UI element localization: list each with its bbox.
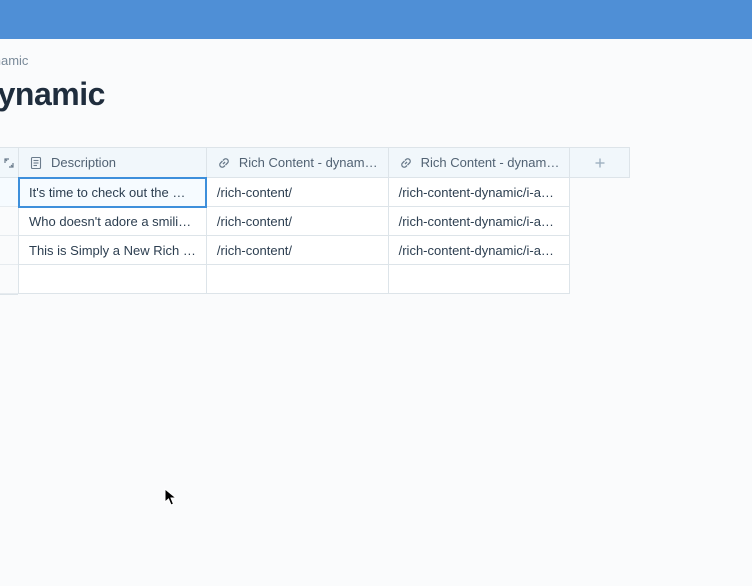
cell-link1[interactable]: /rich-content/ bbox=[206, 178, 388, 207]
spacer bbox=[570, 178, 630, 207]
column-header-description[interactable]: Description bbox=[19, 148, 207, 178]
table-row[interactable]: Who doesn't adore a smili… /rich-content… bbox=[19, 207, 630, 236]
table-row[interactable]: It's time to check out the … /rich-conte… bbox=[19, 178, 630, 207]
cell-empty[interactable]: . bbox=[206, 265, 388, 294]
spacer bbox=[570, 265, 630, 294]
cell-link2[interactable]: /rich-content-dynamic/i-a… bbox=[388, 178, 570, 207]
cell-link2[interactable]: /rich-content-dynamic/i-a… bbox=[388, 207, 570, 236]
link-icon bbox=[217, 156, 231, 170]
column-header-link1[interactable]: Rich Content - dynam… bbox=[206, 148, 388, 178]
cell-description[interactable]: Who doesn't adore a smili… bbox=[19, 207, 207, 236]
add-column-button[interactable] bbox=[570, 148, 630, 178]
column-label: Rich Content - dynam… bbox=[239, 155, 378, 170]
table-header-row: Description Rich Content - dynam… bbox=[19, 148, 630, 178]
cell-empty[interactable]: . bbox=[19, 265, 207, 294]
spacer bbox=[570, 207, 630, 236]
breadcrumb[interactable]: dynamic bbox=[0, 53, 752, 68]
spacer bbox=[570, 236, 630, 265]
column-header-link2[interactable]: Rich Content - dynam… bbox=[388, 148, 570, 178]
expand-icon bbox=[4, 158, 14, 168]
cell-empty[interactable]: . bbox=[388, 265, 570, 294]
cell-link2[interactable]: /rich-content-dynamic/i-a… bbox=[388, 236, 570, 265]
cell-link1[interactable]: /rich-content/ bbox=[206, 236, 388, 265]
row-gutter[interactable] bbox=[0, 207, 18, 236]
cell-description[interactable]: This is Simply a New Rich … bbox=[19, 236, 207, 265]
cell-link1[interactable]: /rich-content/ bbox=[206, 207, 388, 236]
expand-corner[interactable] bbox=[0, 148, 18, 178]
page-title: - dynamic bbox=[0, 76, 752, 113]
row-gutter[interactable] bbox=[0, 265, 18, 294]
plus-icon bbox=[593, 156, 607, 170]
link-icon bbox=[399, 156, 413, 170]
table-row-empty[interactable]: . . . bbox=[19, 265, 630, 294]
app-top-bar bbox=[0, 0, 752, 39]
description-icon bbox=[29, 156, 43, 170]
column-label: Rich Content - dynam… bbox=[421, 155, 560, 170]
data-table: Description Rich Content - dynam… bbox=[18, 147, 630, 294]
row-gutter[interactable] bbox=[0, 236, 18, 265]
cell-description[interactable]: It's time to check out the … bbox=[19, 178, 207, 207]
row-gutter[interactable] bbox=[0, 178, 18, 207]
table-row[interactable]: This is Simply a New Rich … /rich-conten… bbox=[19, 236, 630, 265]
column-label: Description bbox=[51, 155, 116, 170]
breadcrumb-area: dynamic - dynamic bbox=[0, 39, 752, 113]
mouse-cursor bbox=[164, 488, 178, 506]
row-selector-gutter bbox=[0, 147, 18, 295]
